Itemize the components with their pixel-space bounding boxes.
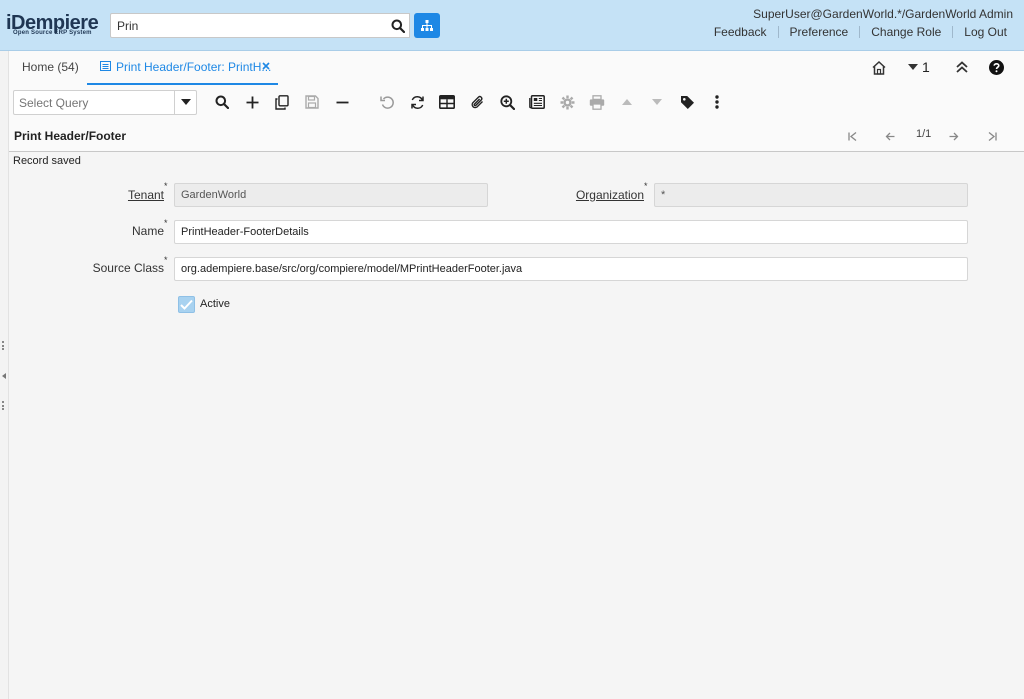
copy-icon — [275, 94, 289, 110]
window-count: 1 — [922, 59, 930, 75]
active-checkbox[interactable] — [178, 296, 195, 313]
process-button[interactable] — [558, 93, 576, 111]
window-tab-bar: Home (54) Print Header/Footer: PrintH...… — [9, 51, 1024, 85]
change-role-link[interactable]: Change Role — [860, 26, 954, 38]
printer-icon — [589, 94, 605, 110]
name-label: Name — [131, 224, 164, 238]
plus-icon — [246, 96, 258, 108]
tenant-field[interactable]: GardenWorld — [174, 183, 488, 207]
label-button[interactable] — [678, 93, 696, 111]
collapsed-side-panel — [0, 51, 9, 699]
header-links: Feedback Preference Change Role Log Out — [714, 25, 1007, 39]
undo-icon — [379, 95, 394, 109]
help-button[interactable] — [989, 60, 1004, 78]
more-actions-button[interactable] — [708, 93, 726, 111]
sitemap-button[interactable] — [414, 13, 440, 38]
logout-link[interactable]: Log Out — [953, 26, 1007, 38]
print-button[interactable] — [588, 93, 606, 111]
source-class-label: Source Class — [92, 261, 164, 275]
help-icon — [989, 60, 1004, 75]
window-title-bar: Print Header/Footer 1/1 — [9, 119, 1024, 152]
save-button[interactable] — [303, 93, 321, 111]
tag-icon — [680, 95, 694, 109]
first-record-button[interactable] — [845, 129, 859, 143]
search-button[interactable] — [386, 13, 410, 38]
collapse-header-button[interactable] — [955, 60, 969, 77]
zoom-in-icon — [499, 94, 515, 110]
zoom-across-button[interactable] — [498, 93, 516, 111]
required-marker: * — [164, 255, 168, 265]
tab-home[interactable]: Home (54) — [22, 60, 79, 74]
detail-record-button[interactable] — [648, 93, 666, 111]
logo-subtitle: Open Source ERP System — [13, 30, 92, 36]
app-header: iDempiere Open Source ERP System SuperUs… — [0, 0, 1024, 51]
first-icon — [847, 131, 856, 141]
report-button[interactable] — [528, 93, 546, 111]
tab-label: Print Header/Footer: PrintH... — [116, 60, 272, 74]
delete-record-button[interactable] — [333, 93, 351, 111]
status-message: Record saved — [13, 155, 81, 167]
toggle-grid-button[interactable] — [438, 93, 456, 111]
active-label[interactable]: Active — [200, 298, 230, 310]
search-icon — [215, 95, 229, 109]
required-marker: * — [644, 181, 648, 191]
idempiere-logo[interactable]: iDempiere Open Source ERP System — [6, 13, 108, 39]
select-query-input[interactable] — [13, 90, 175, 115]
refresh-button[interactable] — [408, 93, 426, 111]
arrow-right-icon — [949, 132, 959, 140]
splitter-handle-bottom[interactable] — [2, 401, 5, 410]
report-icon — [529, 95, 545, 109]
expand-panel-icon[interactable] — [2, 373, 6, 379]
window-list-dropdown[interactable]: 1 — [908, 59, 930, 75]
caret-up-icon — [622, 99, 632, 105]
tenant-label[interactable]: Tenant — [128, 188, 164, 202]
copy-record-button[interactable] — [273, 93, 291, 111]
last-record-button[interactable] — [985, 129, 999, 143]
global-search-input[interactable] — [110, 13, 387, 38]
caret-down-icon — [908, 64, 918, 70]
record-form: Record saved Tenant * GardenWorld Organi… — [9, 152, 1024, 699]
home-icon — [872, 60, 886, 75]
find-button[interactable] — [213, 93, 231, 111]
organization-label[interactable]: Organization — [576, 188, 644, 202]
arrow-left-icon — [885, 132, 895, 140]
feedback-link[interactable]: Feedback — [714, 26, 779, 38]
new-record-button[interactable] — [243, 93, 261, 111]
attachment-button[interactable] — [468, 93, 486, 111]
close-icon[interactable] — [261, 61, 271, 71]
parent-record-button[interactable] — [618, 93, 636, 111]
refresh-icon — [410, 95, 424, 109]
window-icon — [100, 61, 111, 71]
organization-field[interactable]: * — [654, 183, 968, 207]
tab-print-header-footer[interactable]: Print Header/Footer: PrintH... — [87, 51, 278, 85]
paperclip-icon — [471, 95, 483, 108]
search-icon — [391, 19, 405, 33]
source-class-input[interactable]: org.adempiere.base/src/org/compiere/mode… — [174, 257, 968, 281]
caret-down-icon — [652, 99, 662, 105]
more-vertical-icon — [715, 95, 719, 109]
next-record-button[interactable] — [947, 129, 961, 143]
window-title: Print Header/Footer — [14, 129, 127, 143]
select-query-dropdown[interactable] — [174, 90, 197, 115]
window-toolbar — [9, 85, 1024, 119]
required-marker: * — [164, 218, 168, 228]
undo-button[interactable] — [378, 93, 396, 111]
checkmark-icon — [180, 299, 193, 310]
sitemap-icon — [421, 20, 433, 31]
last-icon — [988, 131, 997, 141]
required-marker: * — [164, 181, 168, 191]
splitter-handle-top[interactable] — [2, 341, 5, 350]
caret-down-icon — [180, 99, 191, 105]
name-input[interactable]: PrintHeader-FooterDetails — [174, 220, 968, 244]
record-counter: 1/1 — [916, 128, 932, 140]
table-icon — [439, 95, 455, 109]
gear-icon — [560, 95, 574, 109]
previous-record-button[interactable] — [883, 129, 897, 143]
double-chevron-up-icon — [956, 61, 968, 73]
save-icon — [305, 95, 319, 109]
minus-icon — [336, 101, 348, 103]
user-context: SuperUser@GardenWorld.*/GardenWorld Admi… — [753, 7, 1013, 21]
preference-link[interactable]: Preference — [779, 26, 861, 38]
home-button[interactable] — [871, 60, 887, 79]
